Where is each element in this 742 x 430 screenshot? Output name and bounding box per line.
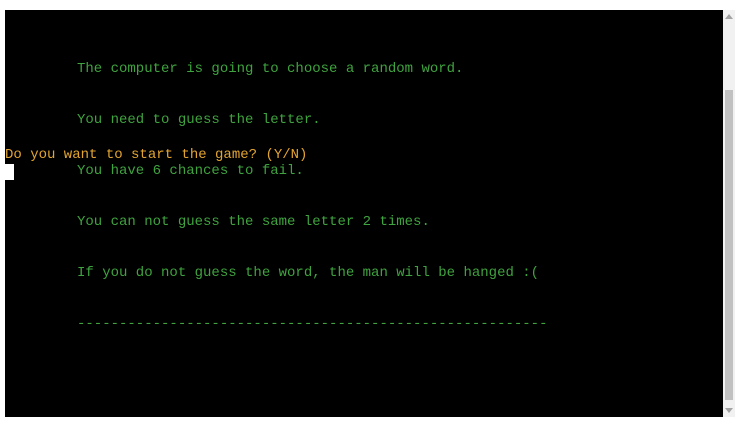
intro-line-4: You can not guess the same letter 2 time… [77, 214, 430, 230]
intro-line-2: You need to guess the letter. [77, 112, 321, 128]
start-game-prompt: Do you want to start the game? (Y/N) [5, 147, 308, 163]
app-frame: The computer is going to choose a random… [0, 0, 742, 430]
intro-line-5: If you do not guess the word, the man wi… [77, 265, 540, 281]
intro-line-3: You have 6 chances to fail. [77, 163, 304, 179]
text-cursor[interactable] [5, 164, 14, 180]
intro-text-block: The computer is going to choose a random… [77, 27, 547, 367]
scrollbar-thumb[interactable] [725, 90, 733, 400]
vertical-scrollbar[interactable] [723, 10, 735, 417]
triangle-up-icon[interactable] [725, 14, 733, 19]
terminal-window[interactable]: The computer is going to choose a random… [5, 10, 723, 417]
intro-divider: ----------------------------------------… [77, 316, 548, 332]
triangle-down-icon[interactable] [725, 408, 733, 413]
intro-line-1: The computer is going to choose a random… [77, 61, 464, 77]
